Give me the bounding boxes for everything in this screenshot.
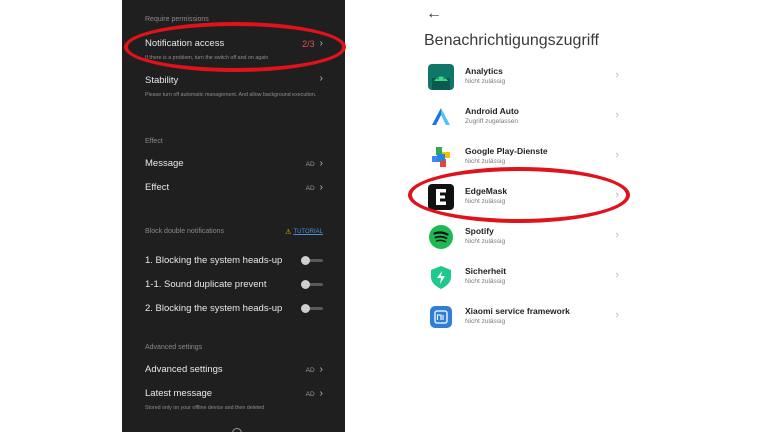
app-status: Nicht zulässig [465,238,506,245]
advanced-settings-value: AD [305,366,315,374]
message-right: AD › [306,159,323,169]
toggle-switch[interactable] [301,304,323,313]
section-advanced: Advanced settings [145,344,203,351]
security-shield-icon [428,264,454,290]
back-arrow-icon[interactable]: ← [426,5,442,23]
app-name: Android Auto [465,106,519,116]
app-status: Zugriff zugelassen [465,118,518,125]
android-auto-icon [428,104,454,130]
tutorial-link[interactable]: ⚠ TUTORIAL [285,228,323,236]
stability-right: › [320,74,323,84]
toggle-label: 1. Blocking the system heads-up [145,255,283,266]
advanced-settings-label: Advanced settings [145,364,223,375]
xiaomi-service-icon [428,304,454,330]
app-status: Nicht zulässig [465,318,506,325]
chevron-right-icon: › [615,69,619,81]
latest-message-label: Latest message [145,388,213,399]
effect-value: AD [305,184,315,192]
app-list-item[interactable]: Spotify Nicht zulässig › [424,223,624,261]
app-list-item[interactable]: EdgeMask Nicht zulässig › [424,183,624,221]
app-list-item[interactable]: Xiaomi service framework Nicht zulässig … [424,303,624,341]
app-name: Xiaomi service framework [465,306,570,316]
app-name: Analytics [465,66,503,76]
section-effect: Effect [145,138,163,145]
toggle-label: 1-1. Sound duplicate prevent [145,279,267,290]
advanced-settings-right: AD › [306,365,323,375]
latest-message-right: AD › [306,389,323,399]
toggle-label: 2. Blocking the system heads-up [145,303,283,314]
android-icon [428,64,454,90]
toggle-switch[interactable] [301,280,323,289]
toggle-switch[interactable] [301,256,323,265]
chevron-right-icon: › [319,388,323,399]
message-label: Message [145,158,184,169]
chevron-right-icon: › [319,182,323,193]
app-status: Nicht zulässig [465,78,506,85]
app-status: Nicht zulässig [465,278,506,285]
effect-label: Effect [145,182,170,193]
app-status: Nicht zulässig [465,158,506,165]
app-name: Sicherheit [465,266,507,276]
chevron-right-icon: › [319,364,323,375]
tutorial-label: TUTORIAL [293,229,323,235]
chevron-right-icon: › [615,149,619,161]
nav-circle-icon [232,428,242,432]
app-status: Nicht zulässig [465,198,506,205]
chevron-right-icon: › [615,229,619,241]
chevron-right-icon: › [615,309,619,321]
app-name: Google Play-Dienste [465,146,548,156]
edgemask-icon [428,184,454,210]
google-play-services-icon [428,144,454,170]
notification-access-count: 2/3 [302,39,315,49]
chevron-right-icon: › [319,158,323,169]
app-list-item[interactable]: Analytics Nicht zulässig › [424,63,624,101]
chevron-right-icon: › [615,189,619,201]
chevron-right-icon: › [319,38,323,49]
notification-access-right: 2/3 › [302,38,323,50]
spotify-icon [428,224,454,250]
chevron-right-icon: › [615,269,619,281]
edgemask-settings-panel: Require permissions Notification access … [122,0,345,432]
effect-right: AD › [306,183,323,193]
warning-icon: ⚠ [285,229,292,236]
latest-message-hint: Stored only on your offline device and t… [145,405,265,411]
app-name: EdgeMask [465,186,508,196]
stability-label: Stability [145,75,179,86]
app-name: Spotify [465,226,494,236]
stability-hint: Please turn off automatic management. An… [145,92,317,98]
app-list-item[interactable]: Google Play-Dienste Nicht zulässig › [424,143,624,181]
chevron-right-icon: › [319,73,323,84]
latest-message-value: AD [305,390,315,398]
chevron-right-icon: › [615,109,619,121]
notification-access-hint: If there is a problem, turn the switch o… [145,55,269,61]
message-value: AD [305,160,315,168]
app-list-item[interactable]: Android Auto Zugriff zugelassen › [424,103,624,141]
page-title: Benachrichtigungszugriff [424,32,599,49]
section-require-permissions: Require permissions [145,16,209,23]
app-list-item[interactable]: Sicherheit Nicht zulässig › [424,263,624,301]
notification-access-label: Notification access [145,38,225,49]
